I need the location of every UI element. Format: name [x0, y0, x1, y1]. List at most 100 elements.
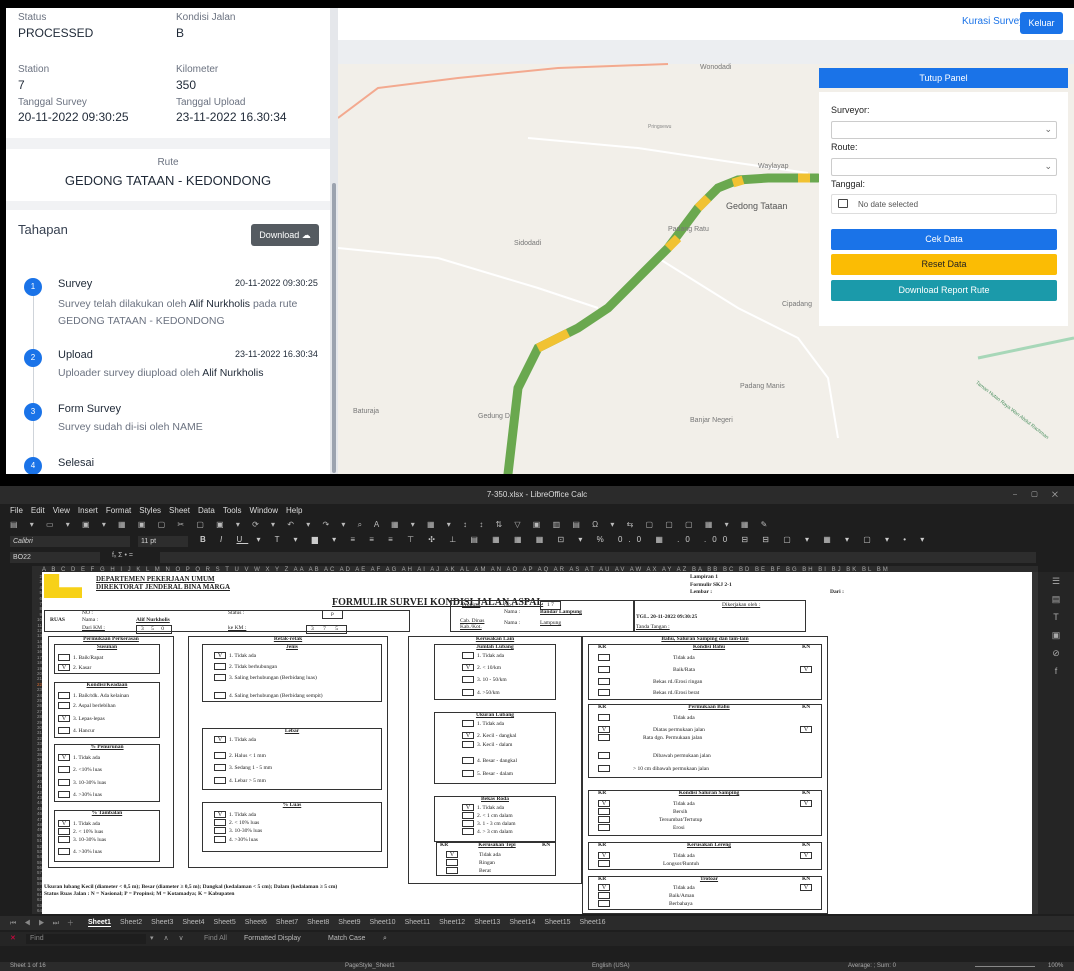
window-controls[interactable]: ⎯ ▢ ✕ — [1013, 486, 1064, 504]
checkbox[interactable] — [462, 652, 474, 659]
jenis-item[interactable]: 2. Tidak berhubungan — [214, 663, 277, 671]
lubang-item[interactable]: 4. >50/km — [462, 689, 500, 697]
checkbox-checked[interactable]: V — [462, 664, 474, 671]
checkbox[interactable] — [214, 674, 226, 681]
sheet-tab[interactable]: Sheet13 — [474, 919, 500, 926]
pbahu-item[interactable]: Tidak ada — [598, 714, 695, 722]
checkbox[interactable] — [462, 770, 474, 777]
checkbox-checked[interactable]: V — [214, 652, 226, 659]
checkbox[interactable] — [214, 819, 226, 826]
menu-data[interactable]: Data — [198, 506, 215, 515]
checkbox-checked[interactable]: V — [214, 811, 226, 818]
jenis-item[interactable]: 4. Saling berhubungan (Berbidang sempit) — [214, 692, 323, 700]
lereng-kn-check[interactable]: V — [800, 852, 815, 860]
zoom-slider[interactable] — [975, 966, 1035, 967]
lebar-item[interactable]: V 1. Tidak ada — [214, 736, 256, 744]
sheet-tab[interactable]: Sheet12 — [439, 919, 465, 926]
tepi-item[interactable]: V Tidak ada — [446, 851, 501, 859]
checkbox[interactable] — [462, 741, 474, 748]
checkbox[interactable] — [58, 702, 70, 709]
name-box[interactable]: BO22 — [10, 552, 100, 563]
tambalan-item[interactable]: V 1. Tidak ada — [58, 820, 100, 828]
roda-item[interactable]: 3. 1 - 3 cm dalam — [462, 820, 516, 828]
checkbox-checked[interactable]: V — [800, 666, 812, 673]
menu-help[interactable]: Help — [286, 506, 302, 515]
penurunan-item[interactable]: 4. >30% luas — [58, 791, 102, 799]
saluran-item[interactable]: Tersumbat/Tertutup — [598, 816, 702, 824]
pbahu-kn-check[interactable]: V — [800, 726, 815, 734]
menu-tools[interactable]: Tools — [223, 506, 242, 515]
checkbox[interactable] — [214, 764, 226, 771]
kondisi-item[interactable]: 4. Hancur — [58, 727, 95, 735]
checkbox[interactable] — [598, 654, 610, 661]
standard-toolbar[interactable]: ▤ ▾ ▭ ▾ ▣ ▾ ▦ ▣ ▢ ✂ ▢ ▣ ▾ ⟳ ▾ ↶ ▾ ↷ ▾ ⌕ … — [10, 520, 1040, 532]
lereng-item[interactable]: Longsor/Runtuh — [598, 860, 699, 868]
find-input[interactable]: Find — [26, 934, 146, 944]
checkbox[interactable] — [598, 666, 610, 673]
checkbox[interactable] — [598, 824, 610, 831]
checkbox[interactable] — [446, 867, 458, 874]
checkbox[interactable] — [58, 654, 70, 661]
pbahu-item[interactable]: V Diatas permukaan jalan — [598, 726, 705, 734]
penurunan-item[interactable]: 2. <10% luas — [58, 766, 102, 774]
ukuran-item[interactable]: 1. Tidak ada — [462, 720, 504, 728]
checkbox-checked[interactable]: V — [598, 884, 610, 891]
trotoar-kn-check[interactable]: V — [800, 884, 815, 892]
checkbox[interactable] — [58, 766, 70, 773]
trotoar-item[interactable]: Baik/Aman — [598, 892, 694, 900]
checkbox-checked[interactable]: V — [58, 820, 70, 827]
roda-item[interactable]: 4. > 3 cm dalam — [462, 828, 513, 836]
formatted-display-checkbox[interactable]: Formatted Display — [244, 932, 301, 946]
jenis-item[interactable]: 3. Saling berhubungan (Berbidang luas) — [214, 674, 317, 682]
surveyor-select[interactable]: ⌄ — [831, 121, 1057, 139]
jenis-item[interactable]: V 1. Tidak ada — [214, 652, 256, 660]
saluran-item[interactable]: Erosi — [598, 824, 685, 832]
checkbox[interactable] — [214, 752, 226, 759]
checkbox[interactable] — [58, 836, 70, 843]
checkbox[interactable] — [214, 692, 226, 699]
checkbox[interactable] — [214, 836, 226, 843]
formula-input[interactable] — [160, 552, 1036, 563]
checkbox[interactable] — [462, 812, 474, 819]
checkbox-checked[interactable]: V — [58, 715, 70, 722]
tepi-item[interactable]: Ringan — [446, 859, 495, 867]
search-icon[interactable]: ⌕ — [383, 932, 387, 946]
sheet-tab[interactable]: Sheet2 — [120, 919, 142, 926]
sheet-tab[interactable]: Sheet3 — [151, 919, 173, 926]
checkbox[interactable] — [598, 714, 610, 721]
date-picker[interactable]: No date selected — [831, 194, 1057, 214]
checkbox-checked[interactable]: V — [214, 736, 226, 743]
formula-icons[interactable]: fₓ Σ • = — [112, 552, 133, 559]
lebar-item[interactable]: 4. Lebar > 5 mm — [214, 777, 266, 785]
sheet-tab[interactable]: Sheet6 — [245, 919, 267, 926]
sheet-tab[interactable]: Sheet8 — [307, 919, 329, 926]
checkbox[interactable] — [598, 808, 610, 815]
checkbox[interactable] — [214, 777, 226, 784]
vertical-scrollbar[interactable] — [1032, 572, 1038, 914]
checkbox[interactable] — [598, 900, 610, 907]
susunan-item[interactable]: 1. Baik/Rapat — [58, 654, 103, 662]
checkbox[interactable] — [214, 827, 226, 834]
menu-view[interactable]: View — [53, 506, 70, 515]
checkbox[interactable] — [598, 752, 610, 759]
checkbox-checked[interactable]: V — [446, 851, 458, 858]
checkbox[interactable] — [58, 791, 70, 798]
kbahu-item[interactable]: Tidak ada — [598, 654, 695, 662]
sidebar-deck[interactable]: ☰ ▤ T ▣ ⊘ f — [1038, 572, 1074, 914]
checkbox-checked[interactable]: V — [800, 852, 812, 859]
font-name-box[interactable]: Calibri — [10, 536, 130, 547]
kbahu-item[interactable]: Bekas rd./Erosi berat — [598, 689, 699, 697]
kbahu-item[interactable]: Bekas rd./Erosi ringan — [598, 678, 702, 686]
menu-file[interactable]: File — [10, 506, 23, 515]
tambalan-item[interactable]: 2. < 10% luas — [58, 828, 103, 836]
checkbox-checked[interactable]: V — [800, 884, 812, 891]
menu-format[interactable]: Format — [106, 506, 131, 515]
checkbox[interactable] — [462, 757, 474, 764]
tutup-panel-button[interactable]: Tutup Panel — [819, 68, 1068, 88]
pbahu-item[interactable]: > 10 cm dibawah permukaan jalan — [598, 765, 709, 773]
checkbox[interactable] — [598, 689, 610, 696]
checkbox-checked[interactable]: V — [598, 800, 610, 807]
checkbox-checked[interactable]: V — [598, 726, 610, 733]
kondisi-item[interactable]: 2. Aspal berlebihan — [58, 702, 116, 710]
checkbox-checked[interactable]: V — [58, 664, 70, 671]
